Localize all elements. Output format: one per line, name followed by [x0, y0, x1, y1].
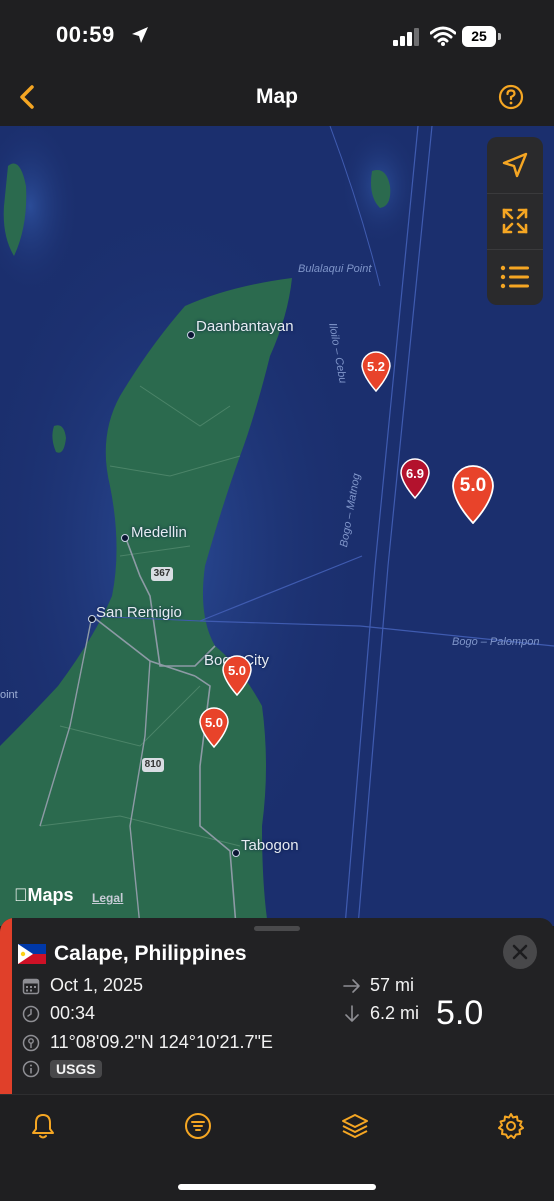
quake-date: Oct 1, 2025	[50, 975, 144, 995]
clock-icon	[22, 1005, 40, 1022]
arrow-down-icon	[345, 1004, 359, 1022]
gear-icon[interactable]	[496, 1111, 526, 1141]
date-row: Oct 1, 2025	[22, 975, 143, 996]
source-row: USGS	[22, 1060, 102, 1078]
wifi-icon	[430, 26, 456, 46]
quake-marker[interactable]: 5.0	[198, 706, 230, 749]
quake-marker[interactable]: 5.0	[221, 654, 253, 697]
place-label-tabogon[interactable]: Tabogon	[241, 837, 299, 854]
philippines-flag-icon	[18, 944, 46, 964]
quake-magnitude: 5.0	[204, 715, 224, 730]
map-view[interactable]: Daanbantayan Medellin San Remigio Bogo C…	[0, 126, 554, 926]
home-indicator	[178, 1184, 376, 1190]
calendar-icon	[22, 978, 40, 994]
place-label-medellin[interactable]: Medellin	[131, 524, 187, 541]
place-label-san-remigio[interactable]: San Remigio	[96, 604, 182, 621]
filter-icon[interactable]	[183, 1111, 213, 1141]
magnitude-color-bar	[0, 918, 12, 1094]
cellular-signal-icon	[393, 28, 419, 46]
place-marker	[187, 331, 195, 339]
time-row: 00:34	[22, 1003, 95, 1024]
status-bar: 00:59 25	[0, 0, 554, 70]
quake-location-title: Calape, Philippines	[54, 942, 247, 965]
distance-row: 57 mi	[342, 975, 414, 996]
fit-bounds-button[interactable]	[487, 193, 543, 249]
quake-magnitude: 5.0	[227, 663, 247, 678]
quake-magnitude: 5.2	[366, 359, 386, 374]
legal-link[interactable]: Legal	[92, 891, 123, 905]
route-label-bogo-palompon: Bogo – Palompon	[452, 636, 540, 648]
help-icon[interactable]	[498, 84, 524, 110]
place-marker	[121, 534, 129, 542]
quake-magnitude: 6.9	[405, 466, 425, 481]
location-arrow-icon	[132, 27, 148, 43]
close-button[interactable]	[503, 935, 537, 969]
location-arrow-icon	[502, 152, 528, 178]
navigation-bar: Map	[0, 70, 554, 127]
info-icon	[22, 1060, 40, 1078]
route-label-bulalaqui: Bulalaqui Point	[298, 263, 372, 275]
coordinates-row: 11°08'09.2"N 124°10'21.7"E	[22, 1032, 273, 1053]
list-view-button[interactable]	[487, 249, 543, 305]
place-label-daanbantayan[interactable]: Daanbantayan	[196, 318, 294, 335]
depth-row: 6.2 mi	[342, 1003, 419, 1024]
locate-me-button[interactable]	[487, 137, 543, 193]
status-time: 00:59	[56, 22, 115, 47]
layers-icon[interactable]	[340, 1111, 370, 1141]
quake-marker[interactable]: 6.9	[399, 457, 431, 500]
quake-magnitude-large: 5.0	[436, 994, 484, 1032]
place-marker	[232, 849, 240, 857]
map-controls	[487, 137, 543, 305]
quake-distance: 57 mi	[370, 975, 415, 995]
quake-coordinates[interactable]: 11°08'09.2"N 124°10'21.7"E	[50, 1032, 273, 1053]
bell-icon[interactable]	[28, 1111, 58, 1141]
battery-indicator: 25	[462, 26, 502, 47]
arrow-right-icon	[343, 978, 360, 993]
apple-logo-icon: 	[14, 885, 28, 905]
sheet-drag-handle[interactable]	[254, 926, 300, 931]
page-title: Map	[256, 85, 298, 108]
road-shield: 367	[151, 567, 173, 581]
quake-time: 00:34	[50, 1003, 96, 1023]
quake-depth: 6.2 mi	[370, 1003, 420, 1023]
route-label-edge: oint	[0, 689, 18, 701]
source-badge[interactable]: USGS	[50, 1060, 102, 1078]
location-pin-icon	[22, 1034, 40, 1051]
battery-level: 25	[462, 26, 496, 47]
place-marker	[88, 615, 96, 623]
road-shield: 810	[142, 758, 164, 772]
quake-marker[interactable]: 5.2	[360, 350, 392, 393]
expand-arrows-icon	[502, 208, 528, 234]
apple-maps-logo: Maps	[14, 885, 74, 905]
map-base	[0, 126, 554, 926]
close-icon	[512, 944, 528, 960]
quake-magnitude: 5.0	[459, 475, 487, 496]
list-icon	[500, 265, 529, 289]
quake-marker-selected[interactable]: 5.0	[450, 464, 496, 525]
